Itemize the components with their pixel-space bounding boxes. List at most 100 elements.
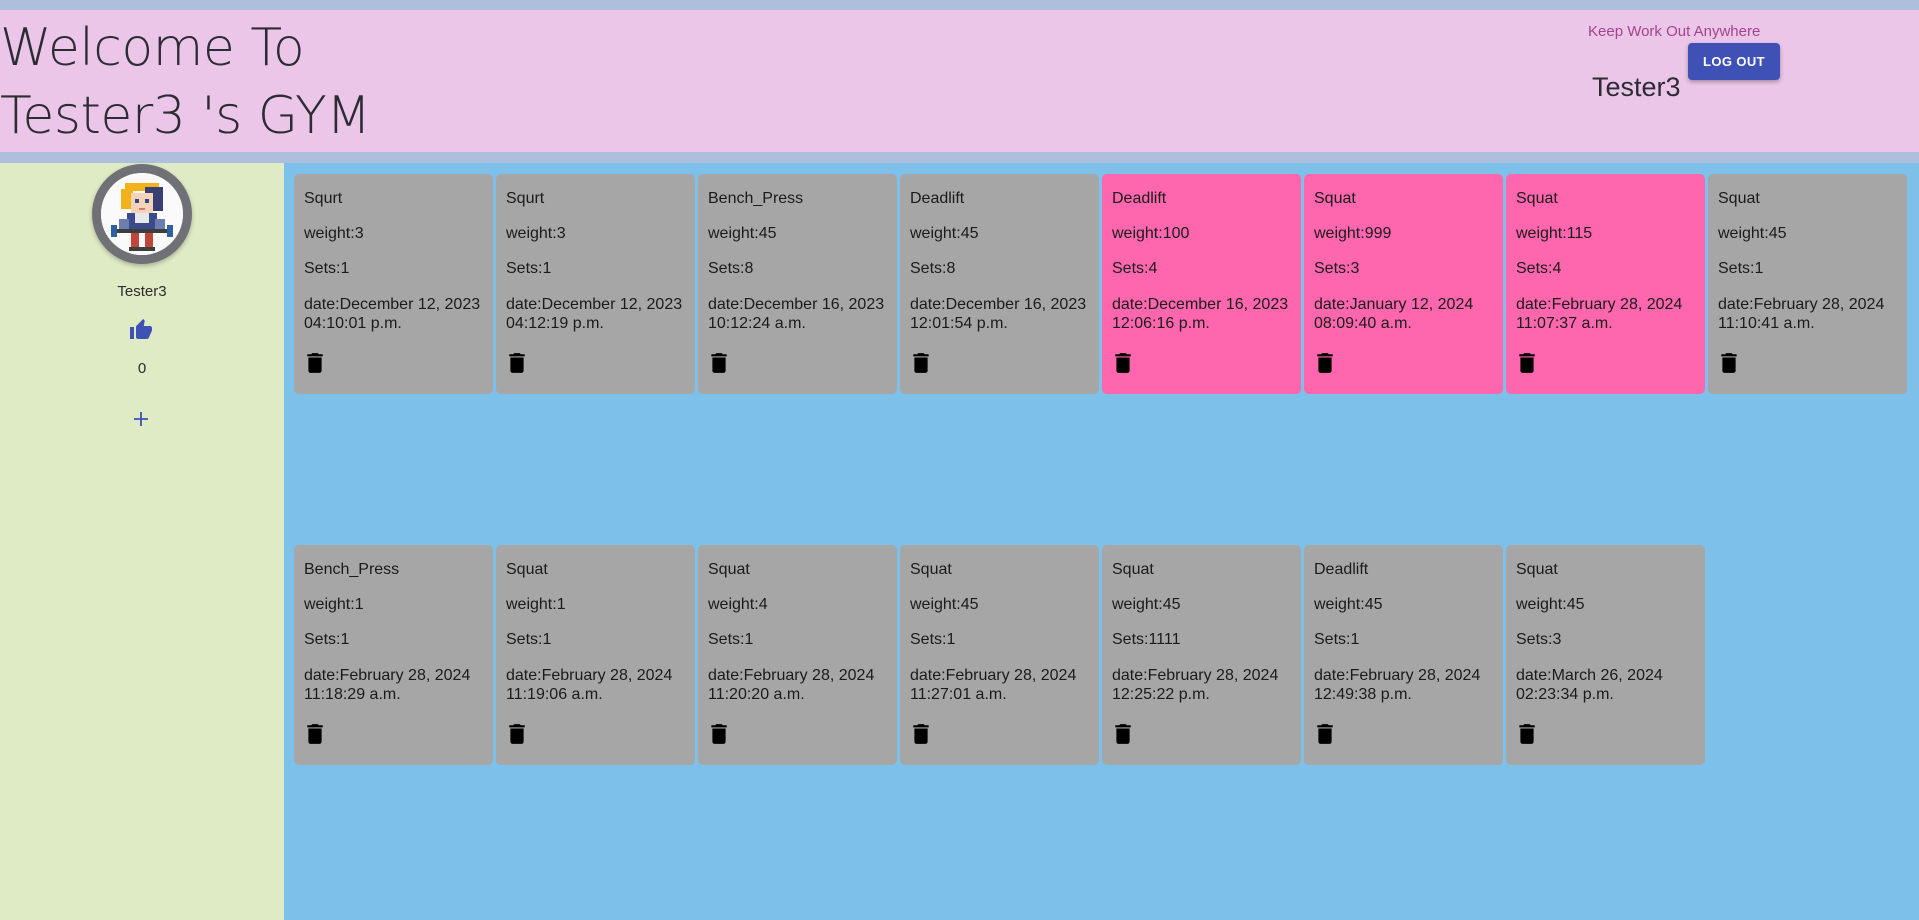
workout-date: date:March 26, 2024 02:23:34 p.m. (1516, 666, 1663, 704)
workout-sets: Sets:1 (1718, 260, 1764, 277)
workout-sets: Sets:1 (708, 631, 754, 648)
header-divider (0, 152, 1919, 163)
workout-card[interactable]: Deadlift weight:45 Sets:1 date:February 28,… (1304, 545, 1503, 765)
workout-sets: Sets:4 (1516, 260, 1562, 277)
workout-weight: weight:45 (1112, 596, 1181, 613)
workout-weight: weight:45 (708, 225, 777, 242)
delete-icon[interactable] (508, 352, 526, 374)
app-header: Welcome To Tester3 's GYM Keep Work Out … (0, 10, 1919, 152)
delete-icon[interactable] (1720, 352, 1738, 374)
workout-exercise: Squrt (304, 190, 343, 207)
workout-exercise: Squat (910, 561, 952, 578)
workout-card[interactable]: Bench_Press weight:45 Sets:8 date:December … (698, 174, 897, 394)
workout-card[interactable]: Squat weight:45 Sets:1 date:February 28, 20… (900, 545, 1099, 765)
workout-date-line-1: date:February 28, 2024 (1516, 296, 1683, 313)
workout-exercise: Squat (708, 561, 750, 578)
avatar-image (101, 173, 183, 255)
top-band (0, 0, 1919, 10)
workout-date-line-2: 08:09:40 a.m. (1314, 315, 1412, 332)
delete-icon[interactable] (508, 723, 526, 745)
workout-weight: weight:4 (708, 596, 768, 613)
workout-date-line-2: 11:18:29 a.m. (304, 686, 401, 703)
workout-exercise: Deadlift (1112, 190, 1167, 207)
workout-sets: Sets:1 (304, 260, 350, 277)
workout-date-line-2: 11:10:41 a.m. (1718, 315, 1815, 332)
workout-date-line-2: 11:27:01 a.m. (910, 686, 1007, 703)
workout-date: date:December 16, 2023 12:01:54 p.m. (910, 295, 1086, 333)
workout-date: date:February 28, 2024 11:19:06 a.m. (506, 666, 672, 704)
delete-icon[interactable] (912, 723, 930, 745)
workout-date-line-2: 12:06:16 p.m. (1112, 315, 1210, 332)
workout-weight: weight:999 (1314, 225, 1392, 242)
workout-weight: weight:115 (1516, 225, 1593, 242)
delete-icon[interactable] (1518, 723, 1536, 745)
workout-sets: Sets:1 (304, 631, 350, 648)
workout-date-line-2: 10:12:24 a.m. (708, 315, 806, 332)
workout-weight: weight:1 (304, 596, 364, 613)
workout-card[interactable]: Squat weight:4 Sets:1 date:February 28, 202… (698, 545, 897, 765)
workout-date-line-2: 11:20:20 a.m. (708, 686, 805, 703)
profile-sidebar: Tester3 0 (0, 163, 284, 920)
workout-exercise: Bench_Press (304, 561, 400, 578)
logout-button[interactable]: LOG OUT (1688, 43, 1780, 80)
workout-date: date:December 16, 2023 12:06:16 p.m. (1112, 295, 1288, 333)
header-username: Tester3 (1592, 72, 1681, 102)
delete-icon[interactable] (1316, 352, 1334, 374)
delete-icon[interactable] (306, 352, 324, 374)
workout-sets: Sets:1 (1314, 631, 1360, 648)
delete-icon[interactable] (1114, 352, 1132, 374)
delete-icon[interactable] (1316, 723, 1334, 745)
workout-card[interactable]: Squat weight:999 Sets:3 date:January 12, 20… (1304, 174, 1503, 394)
workout-weight: weight:45 (1718, 225, 1787, 242)
delete-icon[interactable] (306, 723, 324, 745)
workout-date-line-1: date:February 28, 2024 (910, 667, 1077, 684)
add-icon[interactable] (131, 409, 151, 429)
workout-exercise: Bench_Press (708, 190, 804, 207)
workout-card[interactable]: Squat weight:45 Sets:1111 date:February 28,… (1102, 545, 1301, 765)
workout-sets: Sets:1111 (1112, 631, 1181, 648)
workout-date-line-2: 12:25:22 p.m. (1112, 686, 1210, 703)
workout-exercise: Squrt (506, 190, 545, 207)
avatar[interactable] (92, 164, 192, 264)
thumb-up-icon[interactable] (129, 318, 153, 342)
workout-sets: Sets:8 (708, 260, 754, 277)
workout-card[interactable]: Squat weight:115 Sets:4 date:February 28, 2… (1506, 174, 1705, 394)
workout-card[interactable]: Squrt weight:3 Sets:1 date:December 12, 202… (294, 174, 493, 394)
workout-sets: Sets:3 (1516, 631, 1562, 648)
workout-sets: Sets:8 (910, 260, 956, 277)
delete-icon[interactable] (710, 723, 728, 745)
workout-date-line-1: date:February 28, 2024 (1112, 667, 1279, 684)
workout-date: date:February 28, 2024 11:18:29 a.m. (304, 666, 470, 704)
delete-icon[interactable] (912, 352, 930, 374)
workout-date-line-2: 11:19:06 a.m. (506, 686, 603, 703)
workout-date-line-1: date:February 28, 2024 (708, 667, 875, 684)
delete-icon[interactable] (1518, 352, 1536, 374)
delete-icon[interactable] (710, 352, 728, 374)
workout-date-line-1: date:December 16, 2023 (708, 296, 885, 313)
workout-exercise: Squat (1718, 190, 1760, 207)
workout-weight: weight:45 (1314, 596, 1383, 613)
workout-weight: weight:100 (1112, 225, 1190, 242)
workout-date-line-1: date:December 16, 2023 (1112, 296, 1289, 313)
workout-date: date:December 12, 2023 04:10:01 p.m. (304, 295, 480, 333)
workout-date: date:February 28, 2024 11:07:37 a.m. (1516, 295, 1682, 333)
delete-icon[interactable] (1114, 723, 1132, 745)
workout-exercise: Squat (1112, 561, 1154, 578)
workout-card[interactable]: Squat weight:45 Sets:1 date:February 28, 20… (1708, 174, 1907, 394)
workout-date-line-2: 04:10:01 p.m. (304, 315, 402, 332)
workout-date-line-1: date:February 28, 2024 (1314, 667, 1481, 684)
tagline: Keep Work Out Anywhere (1588, 23, 1761, 40)
workout-date-line-1: date:February 28, 2024 (304, 667, 471, 684)
workout-date-line-2: 11:07:37 a.m. (1516, 315, 1613, 332)
workout-card[interactable]: Deadlift weight:45 Sets:8 date:December 16,… (900, 174, 1099, 394)
workout-weight: weight:3 (304, 225, 364, 242)
workout-card[interactable]: Squat weight:45 Sets:3 date:March 26, 2024 0… (1506, 545, 1705, 765)
workout-card[interactable]: Squrt weight:3 Sets:1 date:December 12, 202… (496, 174, 695, 394)
workout-date: date:January 12, 2024 08:09:40 a.m. (1314, 295, 1473, 333)
workout-card[interactable]: Squat weight:1 Sets:1 date:February 28, 202… (496, 545, 695, 765)
workout-date-line-1: date:December 12, 2023 (304, 296, 481, 313)
workout-card[interactable]: Deadlift weight:100 Sets:4 date:December 16… (1102, 174, 1301, 394)
workout-date-line-1: date:December 12, 2023 (506, 296, 683, 313)
workout-card[interactable]: Bench_Press weight:1 Sets:1 date:February 2… (294, 545, 493, 765)
workout-date-line-2: 12:01:54 p.m. (910, 315, 1008, 332)
